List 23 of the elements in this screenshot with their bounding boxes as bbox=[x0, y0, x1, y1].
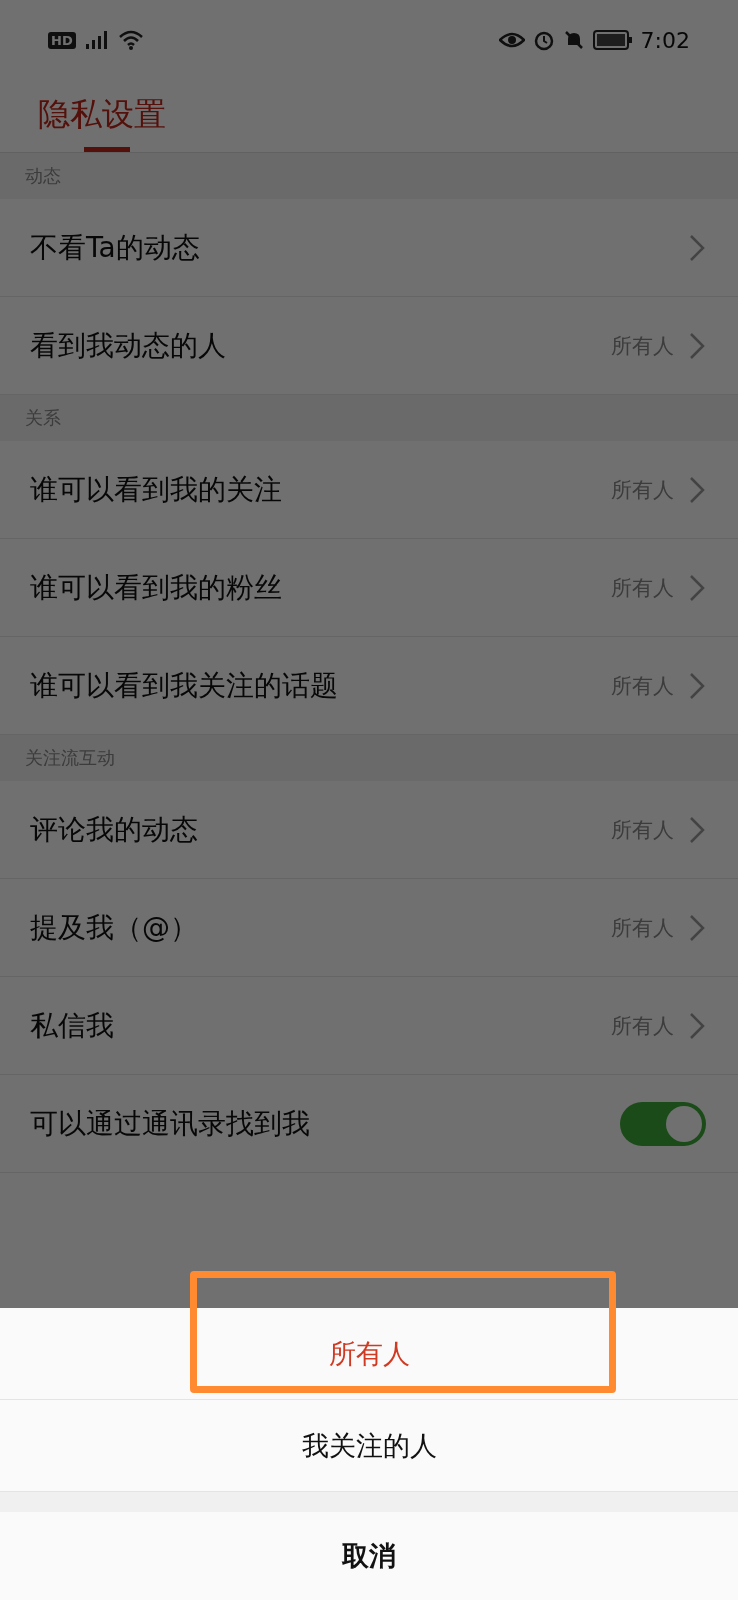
chevron-right-icon bbox=[688, 232, 706, 263]
cancel-button[interactable]: 取消 bbox=[0, 1512, 738, 1600]
sheet-option[interactable]: 我关注的人 bbox=[0, 1400, 738, 1492]
chevron-right-icon bbox=[688, 814, 706, 845]
chevron-right-icon bbox=[688, 330, 706, 361]
clock-time: 7:02 bbox=[640, 27, 690, 53]
row-label: 可以通过通讯录找到我 bbox=[30, 1105, 311, 1142]
chevron-right-icon bbox=[688, 912, 706, 943]
page-title[interactable]: 隐私设置 bbox=[38, 93, 700, 147]
muted-bell-icon bbox=[562, 29, 585, 51]
toggle-switch[interactable] bbox=[620, 1101, 706, 1146]
chevron-right-icon bbox=[688, 1010, 706, 1041]
wifi-icon bbox=[117, 30, 144, 50]
eye-icon bbox=[498, 30, 525, 50]
signal-icon bbox=[83, 30, 110, 50]
chevron-right-icon bbox=[688, 474, 706, 505]
alarm-icon bbox=[532, 29, 555, 51]
sheet-option[interactable]: 所有人 bbox=[0, 1308, 738, 1400]
chevron-right-icon bbox=[688, 572, 706, 603]
hd-badge: HD bbox=[48, 31, 76, 49]
chevron-right-icon bbox=[688, 670, 706, 701]
tab-indicator bbox=[84, 147, 130, 152]
battery-icon bbox=[592, 29, 633, 51]
